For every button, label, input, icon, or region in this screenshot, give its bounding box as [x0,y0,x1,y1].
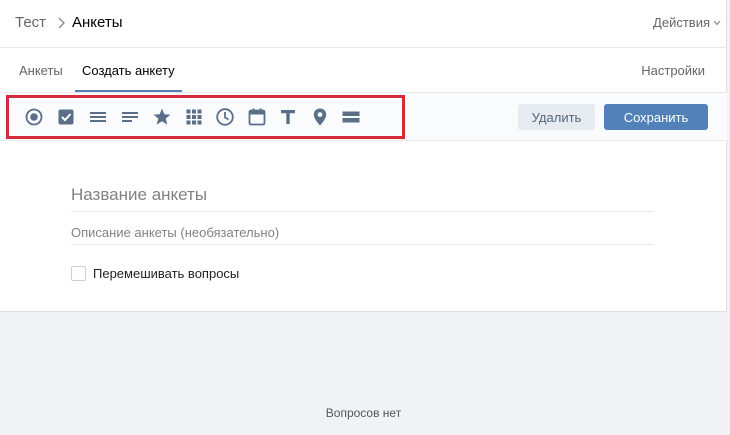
breadcrumb-current: Анкеты [72,14,123,31]
tabs-bar: Анкеты Создать анкету Настройки [0,48,727,93]
text-t-icon[interactable] [278,107,298,127]
clock-icon[interactable] [215,107,235,127]
actions-menu[interactable]: Действия [653,15,721,30]
shuffle-checkbox[interactable] [71,266,86,281]
save-button[interactable]: Сохранить [604,104,708,130]
location-icon[interactable] [310,107,330,127]
tab-create-survey[interactable]: Создать анкету [82,63,175,78]
survey-title-input[interactable] [71,178,653,212]
empty-state-text: Вопросов нет [325,406,402,420]
calendar-icon[interactable] [247,107,267,127]
radio-icon[interactable] [24,107,44,127]
page-header: Тест Анкеты Действия [0,0,727,48]
chevron-right-icon [58,17,65,29]
tab-surveys[interactable]: Анкеты [19,63,63,78]
actions-label: Действия [653,15,710,30]
divider-icon[interactable] [341,107,361,127]
survey-editor-card: Тест Анкеты Действия Анкеты Создать анке… [0,0,727,312]
list-icon[interactable] [88,107,108,127]
chevron-down-icon [713,20,721,25]
breadcrumb-root[interactable]: Тест [15,14,46,31]
delete-button[interactable]: Удалить [518,104,595,130]
active-tab-indicator [75,90,182,92]
checkbox-icon[interactable] [56,107,76,127]
question-type-toolbar: Удалить Сохранить [0,93,727,141]
tab-settings[interactable]: Настройки [641,63,705,78]
grid-icon[interactable] [184,107,204,127]
star-icon[interactable] [152,107,172,127]
survey-description-input[interactable] [71,220,653,245]
text-lines-icon[interactable] [120,107,140,127]
shuffle-questions-option[interactable]: Перемешивать вопросы [71,266,239,281]
shuffle-label: Перемешивать вопросы [93,266,240,281]
